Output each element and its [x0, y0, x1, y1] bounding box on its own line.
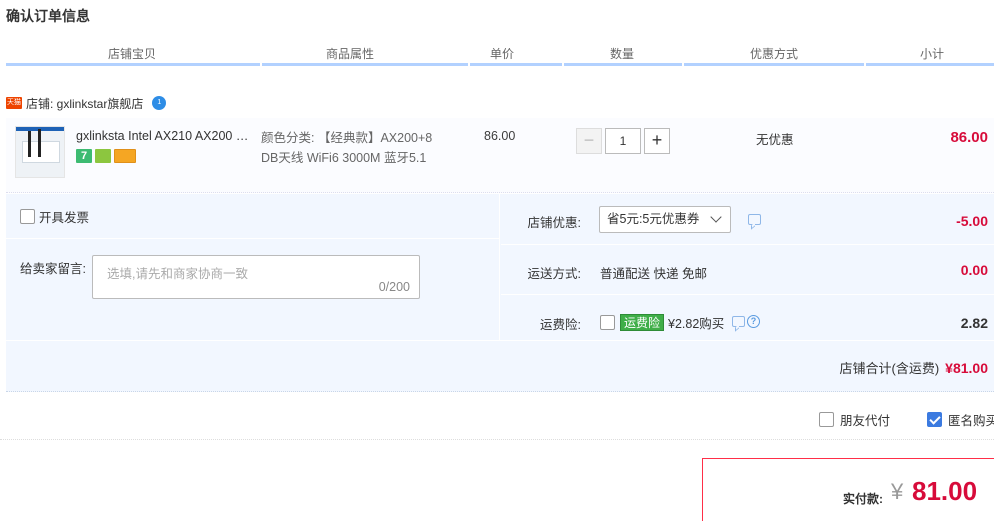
payment-currency: ¥ — [891, 479, 904, 504]
anonymous-purchase-label: 匿名购买 — [948, 414, 994, 428]
page-title: 确认订单信息 — [6, 8, 90, 24]
product-thumbnail[interactable] — [15, 126, 65, 178]
column-header: 店铺宝贝 商品属性 单价 数量 优惠方式 小计 — [6, 42, 994, 66]
order-extras-panel: 开具发票 给卖家留言: 选填,请先和商家协商一致 0/200 店铺优惠: 省5元… — [6, 194, 994, 392]
message-textarea[interactable]: 选填,请先和商家协商一致 0/200 — [92, 255, 420, 299]
column-attributes: 商品属性 — [326, 47, 375, 61]
message-label: 给卖家留言: — [20, 262, 86, 276]
shop-total-amount: ¥81.00 — [945, 360, 988, 376]
friend-pay-option[interactable]: 朋友代付 — [819, 410, 890, 429]
column-shop-item: 店铺宝贝 — [108, 47, 157, 61]
shop-name-link[interactable]: 店铺: gxlinkstar旗舰店 — [26, 95, 143, 112]
coupon-amount: -5.00 — [956, 213, 988, 229]
product-attributes: 颜色分类: 【经典款】AX200+8 DB天线 WiFi6 3000M 蓝牙5.… — [261, 128, 451, 168]
unit-price: 86.00 — [484, 129, 516, 143]
payment-summary-box: 实付款: ¥ 81.00 — [702, 458, 994, 521]
insurance-amount: 2.82 — [960, 315, 988, 331]
attribute-line-1: 颜色分类: 【经典款】AX200+8 — [261, 131, 433, 145]
quantity-decrease-button[interactable]: − — [576, 128, 602, 154]
coupon-chat-icon[interactable] — [748, 214, 761, 225]
quantity-increase-button[interactable]: + — [644, 128, 670, 154]
guarantee-shield-icon[interactable] — [95, 149, 111, 163]
item-row: gxlinksta Intel AX210 AX200 WiFi6 7 颜色分类… — [6, 117, 994, 193]
insurance-row: 运费险 ¥2.82购买 — [600, 313, 724, 332]
attribute-line-2: DB天线 WiFi6 3000M 蓝牙5.1 — [261, 151, 427, 165]
credit-card-icon[interactable] — [114, 149, 136, 163]
anonymous-purchase-checkbox[interactable] — [927, 412, 942, 427]
column-unit-price: 单价 — [490, 47, 515, 61]
quantity-stepper: − 1 + — [576, 128, 670, 154]
column-discount: 优惠方式 — [750, 47, 799, 61]
quantity-input[interactable]: 1 — [605, 128, 641, 154]
order-options: 朋友代付 匿名购买 — [0, 394, 994, 440]
tmall-icon: 天猫 — [6, 97, 22, 109]
insurance-checkbox[interactable] — [600, 315, 615, 330]
invoice-label: 开具发票 — [39, 211, 90, 225]
item-subtotal: 86.00 — [950, 129, 988, 146]
insurance-tag: 运费险 — [620, 314, 665, 331]
coupon-label: 店铺优惠: — [527, 216, 581, 230]
insurance-help-icon[interactable]: ? — [747, 315, 760, 328]
shipping-method: 普通配送 快递 免邮 — [600, 267, 707, 281]
payment-label: 实付款: — [843, 492, 883, 506]
anonymous-purchase-option[interactable]: 匿名购买 — [927, 410, 994, 429]
coupon-select[interactable]: 省5元:5元优惠券 — [599, 206, 731, 233]
coupon-selected-value: 省5元:5元优惠券 — [607, 212, 700, 226]
message-char-counter: 0/200 — [378, 280, 410, 294]
insurance-price: ¥2.82购买 — [668, 317, 725, 331]
shipping-amount: 0.00 — [960, 262, 988, 278]
shipping-label: 运送方式: — [527, 267, 581, 281]
shop-total: 店铺合计(含运费) ¥81.00 — [840, 358, 989, 377]
payment-amount: 81.00 — [912, 476, 978, 506]
invoice-option[interactable]: 开具发票 — [20, 207, 89, 226]
column-subtotal: 小计 — [920, 47, 945, 61]
wangwang-chat-icon[interactable]: 1 — [152, 96, 167, 110]
shop-row: 天猫 店铺: gxlinkstar旗舰店 1 — [6, 94, 167, 112]
friend-pay-label: 朋友代付 — [840, 414, 891, 428]
seven-day-return-icon[interactable]: 7 — [76, 149, 92, 163]
product-title-link[interactable]: gxlinksta Intel AX210 AX200 WiFi6 — [76, 129, 256, 143]
friend-pay-checkbox[interactable] — [819, 412, 834, 427]
message-placeholder: 选填,请先和商家协商一致 — [107, 267, 248, 281]
insurance-chat-icon[interactable] — [732, 316, 745, 327]
shop-total-label: 店铺合计(含运费) — [839, 361, 940, 376]
insurance-label: 运费险: — [540, 318, 581, 332]
discount-method: 无优惠 — [756, 133, 794, 147]
service-icons: 7 — [76, 149, 136, 163]
column-quantity: 数量 — [610, 47, 635, 61]
chevron-down-icon — [710, 211, 722, 223]
invoice-checkbox[interactable] — [20, 209, 35, 224]
